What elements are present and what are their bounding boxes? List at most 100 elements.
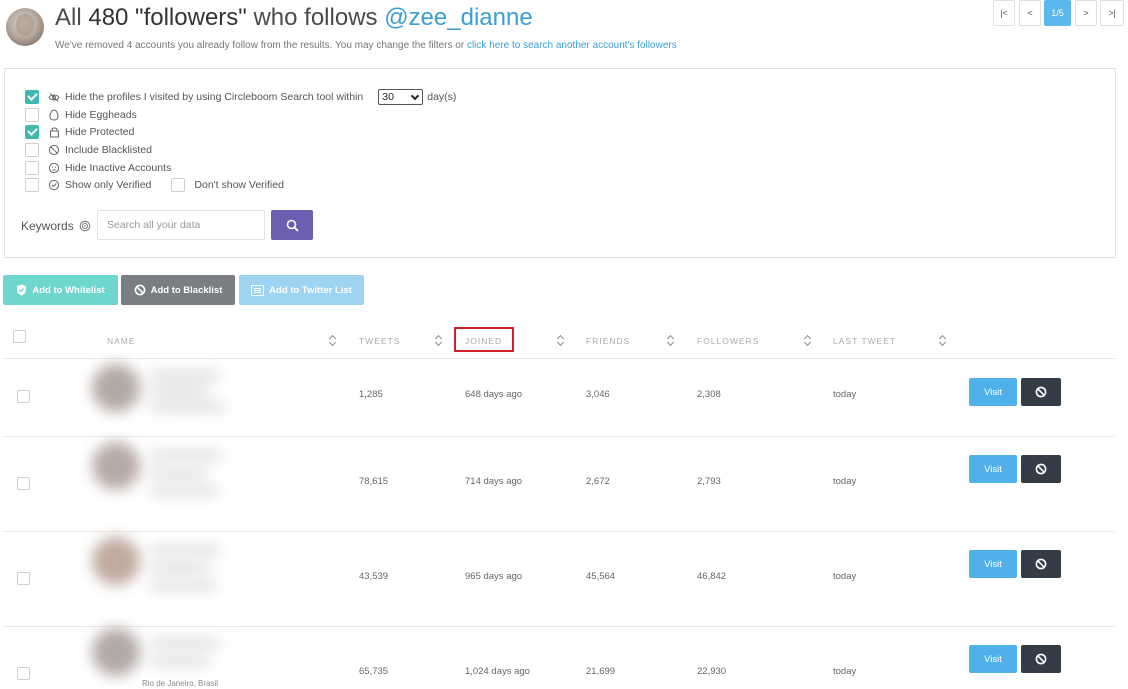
- column-header-tweets[interactable]: TWEETS: [359, 336, 400, 346]
- account-handle-link[interactable]: @zee_dianne: [384, 4, 532, 31]
- row-checkbox[interactable]: [17, 477, 30, 490]
- visit-button[interactable]: Visit: [969, 550, 1017, 578]
- hide-protected-checkbox[interactable]: [25, 125, 39, 139]
- show-verified-label: Show only Verified: [65, 179, 152, 191]
- dont-show-verified-label: Don't show Verified: [194, 179, 284, 191]
- column-header-friends[interactable]: FRIENDS: [586, 336, 630, 346]
- blurred-profile: [68, 436, 273, 516]
- search-icon: [286, 219, 299, 232]
- chevron-down-icon: [410, 91, 420, 101]
- hide-inactive-label: Hide Inactive Accounts: [65, 162, 172, 174]
- show-verified-checkbox[interactable]: [25, 178, 39, 192]
- first-page-button[interactable]: |<: [993, 0, 1015, 26]
- location-text: Rio de Janeiro, Brasil: [142, 679, 219, 688]
- account-avatar: [6, 8, 44, 46]
- blurred-line: [150, 547, 220, 553]
- friends-cell: 45,564: [586, 571, 616, 582]
- current-page-indicator[interactable]: 1/5: [1044, 0, 1071, 26]
- filter-hide-inactive: Hide Inactive Accounts: [25, 161, 171, 175]
- days-select[interactable]: 30: [378, 89, 424, 105]
- visit-button[interactable]: Visit: [969, 645, 1017, 673]
- blacklist-label: Add to Blacklist: [150, 284, 223, 296]
- hide-inactive-checkbox[interactable]: [25, 161, 39, 175]
- prev-page-button[interactable]: <: [1019, 0, 1041, 26]
- sort-last-tweet-icon[interactable]: [939, 335, 947, 347]
- avatar: [92, 364, 140, 412]
- avatar: [92, 537, 140, 585]
- search-button[interactable]: [271, 210, 313, 240]
- last-page-button[interactable]: >|: [1100, 0, 1124, 26]
- select-all-checkbox[interactable]: [13, 330, 26, 343]
- add-to-twitter-list-button[interactable]: Add to Twitter List: [239, 275, 364, 305]
- sort-friends-icon[interactable]: [667, 335, 675, 347]
- ban-icon: [134, 284, 146, 296]
- dont-show-verified-checkbox[interactable]: [171, 178, 186, 192]
- filter-hide-protected: Hide Protected: [25, 125, 134, 139]
- filter-include-blacklisted: Include Blacklisted: [25, 143, 152, 157]
- page-header: All 480 "followers" who follows @zee_dia…: [0, 0, 1128, 62]
- sort-followers-icon[interactable]: [804, 335, 812, 347]
- last-tweet-cell: today: [833, 389, 857, 400]
- block-button[interactable]: [1021, 378, 1061, 406]
- search-another-account-link[interactable]: click here to search another account's f…: [467, 40, 677, 51]
- ban-icon: [48, 144, 60, 156]
- column-header-last-tweet[interactable]: LAST TWEET: [833, 336, 896, 346]
- block-button[interactable]: [1021, 455, 1061, 483]
- eye-slash-icon: [48, 91, 60, 103]
- keyword-search-input[interactable]: Search all your data: [97, 210, 265, 240]
- lock-icon: [48, 126, 60, 138]
- column-header-name[interactable]: NAME: [107, 336, 136, 346]
- visit-button[interactable]: Visit: [969, 378, 1017, 406]
- hide-eggheads-label: Hide Eggheads: [65, 109, 137, 121]
- whitelist-label: Add to Whitelist: [32, 284, 105, 296]
- sort-joined-icon[interactable]: [557, 335, 565, 347]
- verified-check-icon: [48, 179, 60, 191]
- include-blacklisted-label: Include Blacklisted: [65, 144, 152, 156]
- blurred-line: [150, 404, 225, 410]
- column-header-followers[interactable]: FOLLOWERS: [697, 336, 759, 346]
- blurred-line: [150, 388, 210, 394]
- blurred-profile: [68, 358, 273, 438]
- last-tweet-cell: today: [833, 571, 857, 582]
- ban-icon: [1035, 558, 1047, 570]
- include-blacklisted-checkbox[interactable]: [25, 143, 39, 157]
- tweets-cell: 78,615: [359, 476, 389, 487]
- hide-visited-label: Hide the profiles I visited by using Cir…: [65, 91, 364, 103]
- add-to-whitelist-button[interactable]: Add to Whitelist: [3, 275, 118, 305]
- hide-eggheads-checkbox[interactable]: [25, 108, 39, 122]
- blurred-line: [150, 488, 218, 494]
- days-suffix: day(s): [427, 91, 457, 103]
- last-tweet-cell: today: [833, 666, 857, 677]
- row-checkbox[interactable]: [17, 390, 30, 403]
- ban-icon: [1035, 463, 1047, 475]
- followers-cell: 2,308: [697, 389, 721, 400]
- blurred-line: [150, 372, 220, 378]
- row-checkbox[interactable]: [17, 667, 30, 680]
- filter-verified: Show only Verified Don't show Verified: [25, 178, 284, 192]
- sort-name-icon[interactable]: [329, 335, 337, 347]
- egg-icon: [48, 109, 60, 121]
- last-tweet-cell: today: [833, 476, 857, 487]
- block-button[interactable]: [1021, 550, 1061, 578]
- sort-tweets-icon[interactable]: [435, 335, 443, 347]
- tweets-cell: 43,539: [359, 571, 389, 582]
- blurred-line: [150, 470, 208, 476]
- ban-icon: [1035, 653, 1047, 665]
- avatar: [92, 442, 140, 490]
- blurred-line: [150, 565, 212, 571]
- friends-cell: 3,046: [586, 389, 610, 400]
- hide-visited-checkbox[interactable]: [25, 90, 39, 104]
- keywords-info-icon: [79, 220, 91, 232]
- visit-button[interactable]: Visit: [969, 455, 1017, 483]
- block-button[interactable]: [1021, 645, 1061, 673]
- row-checkbox[interactable]: [17, 572, 30, 585]
- next-page-button[interactable]: >: [1075, 0, 1097, 26]
- tweets-cell: 65,735: [359, 666, 389, 677]
- add-to-blacklist-button[interactable]: Add to Blacklist: [121, 275, 235, 305]
- friends-cell: 2,672: [586, 476, 610, 487]
- page-title: All 480 "followers" who follows @zee_dia…: [55, 4, 533, 31]
- shield-icon: [16, 284, 27, 296]
- blurred-line: [150, 583, 216, 589]
- followers-cell: 46,842: [697, 571, 727, 582]
- keywords-label: Keywords: [21, 219, 91, 233]
